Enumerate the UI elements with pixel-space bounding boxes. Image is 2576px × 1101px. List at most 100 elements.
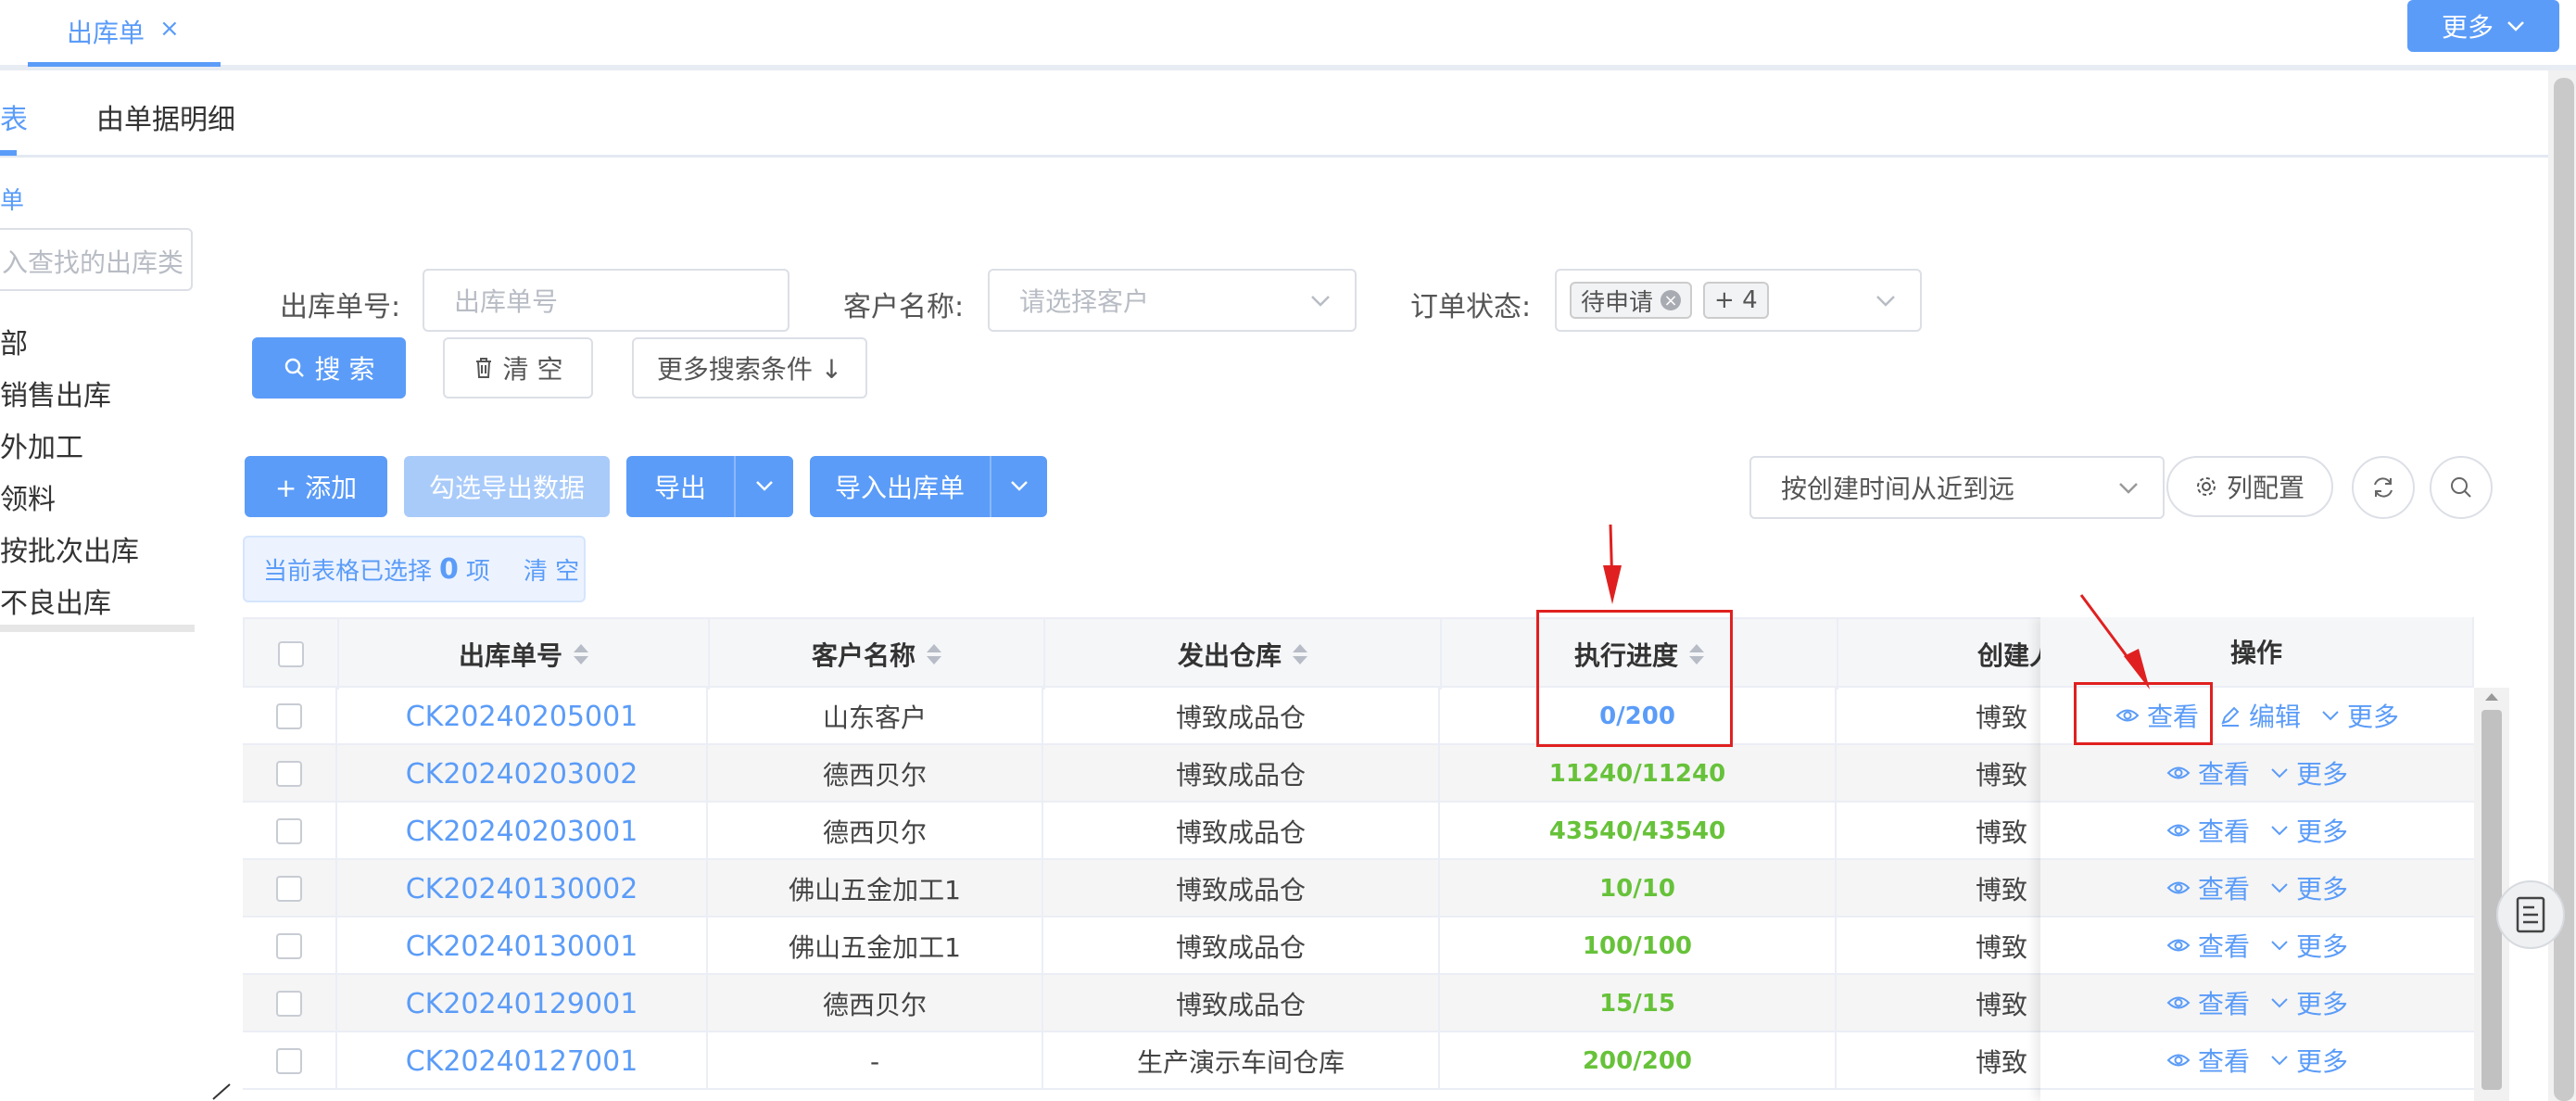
sidebar-item-outsource[interactable]: 外加工 [0, 424, 83, 465]
document-icon [2516, 896, 2545, 933]
add-button[interactable]: + 添加 [245, 456, 387, 517]
order-no-input[interactable]: 出库单号 [423, 269, 789, 332]
chevron-down-icon [1311, 296, 1330, 307]
chevron-down-icon [2271, 883, 2288, 893]
warehouse-cell: 博致成品仓 [1043, 975, 1440, 1032]
page-scrollbar-thumb[interactable] [2554, 78, 2574, 1101]
chevron-down-icon [1876, 296, 1895, 307]
customer-label: 客户名称: [843, 291, 965, 323]
order-no-link[interactable]: CK20240129001 [406, 988, 638, 1020]
customer-name: 德西贝尔 [822, 760, 927, 791]
creator-name: 博致 [1976, 932, 2028, 963]
sort-select[interactable]: 按创建时间从近到远 [1749, 456, 2165, 519]
warehouse-name: 博致成品仓 [1175, 990, 1306, 1020]
view-link[interactable]: 查看 [2166, 1042, 2250, 1079]
sort-icon[interactable] [1293, 644, 1307, 664]
more-link[interactable]: 更多 [2270, 1042, 2348, 1079]
sidebar-item-sales-out[interactable]: 销售出库 [0, 373, 111, 413]
order-no-link[interactable]: CK20240203002 [406, 758, 638, 791]
checkbox[interactable] [276, 818, 302, 844]
progress-value: 15/15 [1599, 990, 1675, 1018]
selection-suffix: 项 [465, 557, 490, 586]
customer-name: 山东客户 [822, 702, 927, 733]
checkbox[interactable] [276, 1048, 302, 1074]
header-warehouse[interactable]: 发出仓库 [1045, 619, 1442, 690]
customer-placeholder: 请选择客户 [1019, 286, 1150, 317]
tab-outbound-order[interactable]: 出库单 × [28, 0, 221, 67]
sort-icon[interactable] [574, 644, 588, 664]
view-link[interactable]: 查看 [2166, 869, 2250, 906]
progress-value: 100/100 [1582, 932, 1693, 960]
row-select-cell [243, 975, 337, 1032]
table-search-button[interactable] [2430, 456, 2493, 519]
header-customer-label: 客户名称 [811, 640, 915, 671]
refresh-button[interactable] [2352, 456, 2415, 519]
header-select-all[interactable] [245, 619, 339, 690]
more-link[interactable]: 更多 [2321, 697, 2399, 734]
export-selected-button[interactable]: 勾选导出数据 [404, 456, 610, 517]
checkbox[interactable] [276, 933, 302, 959]
customer-select[interactable]: 请选择客户 [988, 269, 1357, 332]
search-button[interactable]: 搜 索 [252, 337, 406, 399]
tab-list-partial[interactable]: 表 [0, 96, 28, 137]
clear-button[interactable]: 清 空 [443, 337, 593, 399]
tab-order-detail[interactable]: 由单据明细 [96, 96, 235, 137]
progress-cell: 10/10 [1440, 860, 1837, 918]
scroll-up-icon[interactable] [2474, 688, 2509, 706]
view-link[interactable]: 查看 [2166, 754, 2250, 791]
more-link[interactable]: 更多 [2270, 984, 2348, 1021]
header-customer[interactable]: 客户名称 [710, 619, 1045, 690]
checkbox[interactable] [276, 761, 302, 787]
checkbox[interactable] [278, 641, 304, 667]
more-menu-button[interactable]: 更多 [2407, 0, 2559, 52]
import-button[interactable]: 导入出库单 [810, 456, 1047, 517]
sidebar-search-input[interactable]: 入查找的出库类 [0, 228, 193, 291]
export-button[interactable]: 导出 [626, 456, 793, 517]
view-link[interactable]: 查看 [2166, 812, 2250, 849]
order-no-link[interactable]: CK20240205001 [406, 701, 638, 733]
more-conditions-button[interactable]: 更多搜索条件 ↓ [632, 337, 867, 399]
close-icon[interactable]: × [159, 15, 180, 43]
more-label: 更多 [2296, 874, 2349, 905]
chevron-down-icon[interactable] [991, 480, 1047, 493]
more-link[interactable]: 更多 [2270, 927, 2348, 964]
header-order-no[interactable]: 出库单号 [339, 619, 710, 690]
more-link[interactable]: 更多 [2270, 754, 2348, 791]
order-no-link[interactable]: CK20240130001 [406, 930, 638, 963]
sort-select-value: 按创建时间从近到远 [1781, 474, 2015, 504]
checkbox[interactable] [276, 991, 302, 1017]
customer-name: - [869, 1045, 880, 1077]
creator-name: 博致 [1976, 760, 2028, 791]
progress-cell: 100/100 [1440, 918, 1837, 975]
sidebar-scrollbar[interactable] [0, 625, 195, 632]
checkbox[interactable] [276, 703, 302, 729]
view-link[interactable]: 查看 [2166, 927, 2250, 964]
sort-icon[interactable] [927, 644, 941, 664]
edit-link[interactable]: 编辑 [2219, 697, 2301, 734]
resize-handle-icon[interactable] [211, 1081, 234, 1101]
selection-clear-link[interactable]: 清 空 [524, 552, 579, 587]
column-config-button[interactable]: 列配置 [2166, 456, 2333, 517]
customer-cell: 德西贝尔 [708, 975, 1043, 1032]
tag-close-icon[interactable]: × [1661, 290, 1682, 310]
progress-value: 43540/43540 [1548, 817, 1726, 845]
sidebar-item-all[interactable]: 部 [0, 321, 28, 361]
sidebar-item-defect-out[interactable]: 不良出库 [0, 580, 111, 621]
more-label: 更多 [2441, 12, 2494, 43]
chevron-down-icon [2271, 768, 2288, 778]
checkbox[interactable] [276, 876, 302, 902]
status-select[interactable]: 待申请 × + 4 [1555, 269, 1922, 332]
sidebar-item-material[interactable]: 领料 [0, 476, 56, 517]
sidebar-item-batch-out[interactable]: 按批次出库 [0, 528, 139, 569]
order-no-link[interactable]: CK20240203001 [406, 816, 638, 848]
status-label: 订单状态: [1410, 291, 1532, 323]
eye-icon [2166, 766, 2191, 779]
order-no-link[interactable]: CK20240127001 [406, 1045, 638, 1078]
more-link[interactable]: 更多 [2270, 869, 2348, 906]
chevron-down-icon[interactable] [736, 480, 793, 493]
chevron-down-icon [2271, 941, 2288, 951]
view-link[interactable]: 查看 [2166, 984, 2250, 1021]
more-link[interactable]: 更多 [2270, 812, 2348, 849]
document-float-button[interactable] [2496, 880, 2565, 949]
order-no-link[interactable]: CK20240130002 [406, 873, 638, 905]
